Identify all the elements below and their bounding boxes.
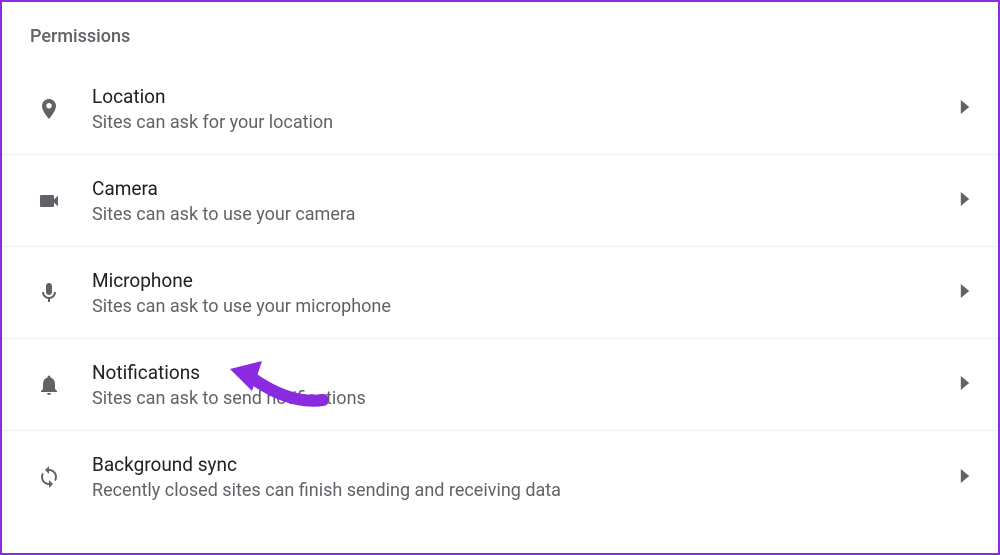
perm-text: Notifications Sites can ask to send noti…	[92, 361, 960, 409]
perm-desc: Sites can ask to use your microphone	[92, 296, 960, 317]
perm-item-notifications[interactable]: Notifications Sites can ask to send noti…	[2, 339, 998, 431]
chevron-right-icon	[960, 191, 970, 210]
camera-icon	[36, 188, 62, 214]
perm-item-microphone[interactable]: Microphone Sites can ask to use your mic…	[2, 247, 998, 339]
chevron-right-icon	[960, 375, 970, 394]
section-title: Permissions	[2, 2, 998, 57]
perm-item-location[interactable]: Location Sites can ask for your location	[2, 63, 998, 155]
sync-icon	[36, 464, 62, 490]
chevron-right-icon	[960, 99, 970, 118]
chevron-right-icon	[960, 283, 970, 302]
permissions-section: Permissions Location Sites can ask for y…	[2, 2, 998, 523]
perm-title: Background sync	[92, 453, 960, 476]
bell-icon	[36, 372, 62, 398]
perm-desc: Recently closed sites can finish sending…	[92, 480, 960, 501]
perm-item-background-sync[interactable]: Background sync Recently closed sites ca…	[2, 431, 998, 523]
mic-icon	[36, 280, 62, 306]
perm-desc: Sites can ask to send notifications	[92, 388, 960, 409]
location-icon	[36, 96, 62, 122]
perm-item-camera[interactable]: Camera Sites can ask to use your camera	[2, 155, 998, 247]
chevron-right-icon	[960, 468, 970, 487]
perm-text: Microphone Sites can ask to use your mic…	[92, 269, 960, 317]
perm-title: Camera	[92, 177, 960, 200]
permissions-list: Location Sites can ask for your location…	[2, 63, 998, 523]
perm-title: Microphone	[92, 269, 960, 292]
perm-text: Camera Sites can ask to use your camera	[92, 177, 960, 225]
perm-text: Location Sites can ask for your location	[92, 85, 960, 133]
perm-title: Location	[92, 85, 960, 108]
perm-title: Notifications	[92, 361, 960, 384]
perm-desc: Sites can ask for your location	[92, 112, 960, 133]
perm-desc: Sites can ask to use your camera	[92, 204, 960, 225]
perm-text: Background sync Recently closed sites ca…	[92, 453, 960, 501]
